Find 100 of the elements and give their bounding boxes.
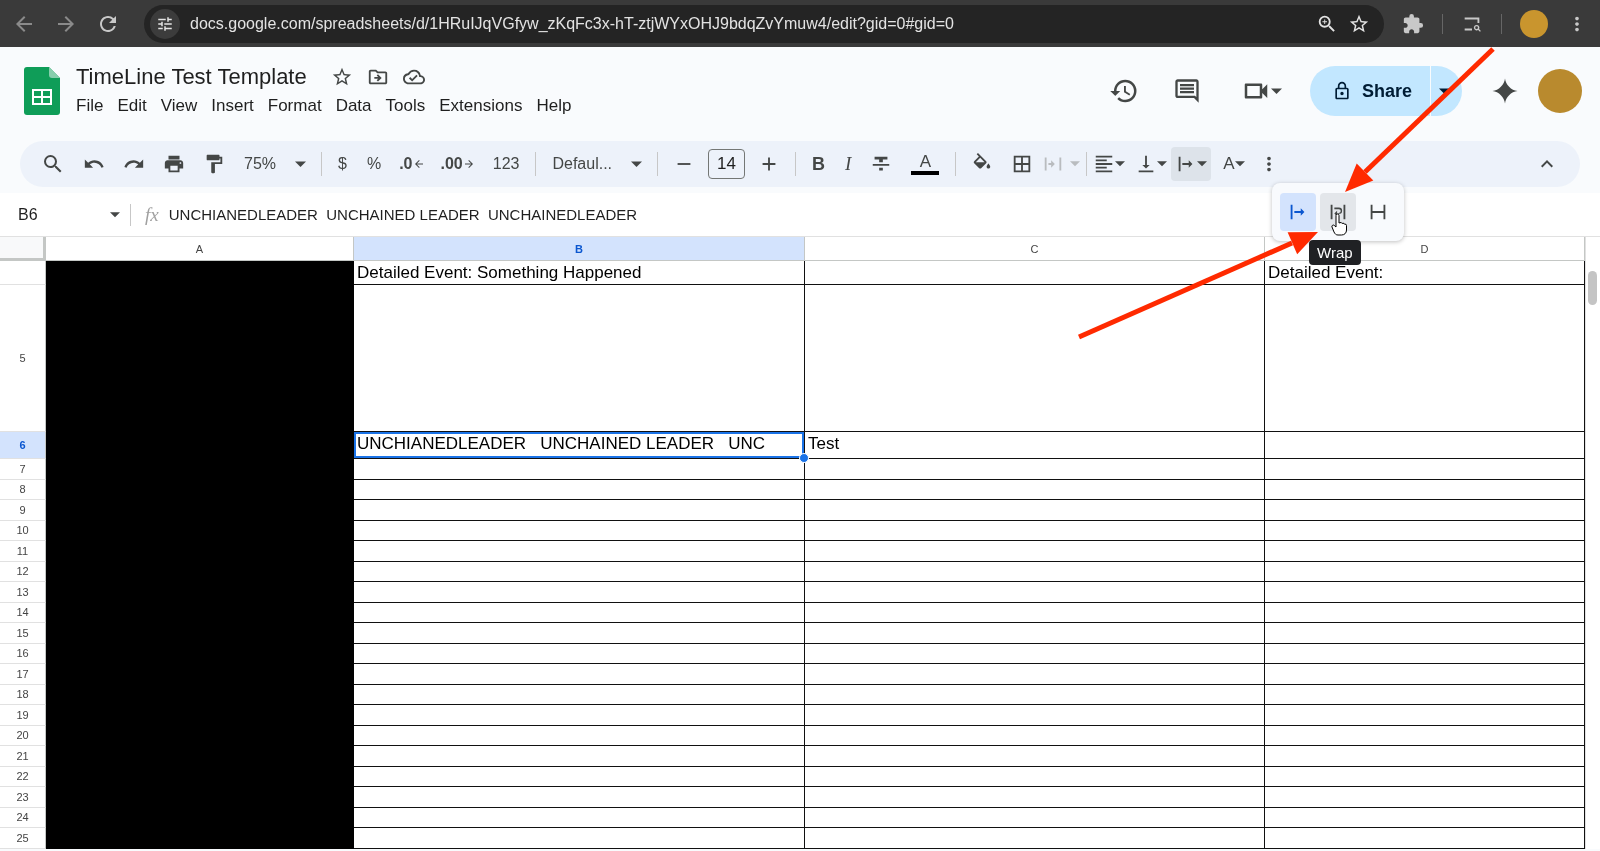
more-formats-button[interactable]: 123	[492, 155, 520, 173]
table-cell[interactable]: Detailed Event: Something Happened	[354, 261, 804, 284]
table-cell[interactable]	[354, 479, 805, 500]
row-header[interactable]: 15	[0, 623, 46, 644]
caret-icon[interactable]	[1270, 87, 1282, 95]
document-title[interactable]: TimeLine Test Template	[76, 64, 307, 90]
increase-decimals-button[interactable]: .00	[440, 155, 475, 173]
fill-handle[interactable]	[799, 453, 809, 463]
menu-item[interactable]: Data	[328, 94, 379, 118]
font-size-field[interactable]: 14	[708, 149, 745, 179]
row-header[interactable]: 8	[0, 479, 46, 500]
table-cell[interactable]	[1265, 664, 1585, 685]
table-cell[interactable]	[1265, 766, 1585, 787]
table-cell[interactable]	[805, 705, 1265, 726]
table-cell[interactable]	[354, 582, 805, 603]
menu-item[interactable]: Insert	[204, 94, 261, 118]
table-cell[interactable]	[1265, 520, 1585, 541]
table-cell[interactable]	[354, 500, 805, 521]
table-cell[interactable]	[805, 684, 1265, 705]
table-cell[interactable]	[1265, 623, 1585, 644]
table-cell[interactable]	[805, 664, 1265, 685]
table-cell[interactable]: UNCHIANEDLEADER UNCHAINED LEADER UNC	[354, 432, 804, 458]
table-cell[interactable]: Test	[805, 432, 1264, 458]
zoom-select[interactable]: 75%	[244, 155, 277, 173]
row-header[interactable]: 10	[0, 520, 46, 541]
column-header[interactable]: B	[354, 237, 805, 261]
table-cell[interactable]	[1265, 285, 1585, 432]
table-cell[interactable]	[805, 602, 1265, 623]
table-cell[interactable]	[805, 766, 1265, 787]
column-header[interactable]: A	[46, 237, 354, 261]
row-header[interactable]: 17	[0, 664, 46, 685]
extensions-icon[interactable]	[1402, 12, 1424, 35]
menu-item[interactable]: Tools	[378, 94, 433, 118]
currency-format-button[interactable]: $	[338, 155, 347, 173]
table-cell[interactable]	[805, 828, 1265, 849]
table-cell[interactable]	[354, 643, 805, 664]
caret-icon[interactable]	[631, 160, 643, 168]
table-cell[interactable]	[805, 623, 1265, 644]
table-cell[interactable]	[1265, 807, 1585, 828]
font-select[interactable]: Defaul...	[552, 155, 613, 173]
table-cell[interactable]	[1265, 725, 1585, 746]
table-cell[interactable]	[805, 787, 1265, 808]
row-header[interactable]: 20	[0, 725, 46, 746]
table-cell[interactable]	[805, 479, 1265, 500]
row-header[interactable]: 24	[0, 807, 46, 828]
table-cell[interactable]	[805, 561, 1265, 582]
table-cell[interactable]	[1265, 479, 1585, 500]
table-cell[interactable]	[354, 623, 805, 644]
table-cell[interactable]	[805, 807, 1265, 828]
sheets-logo-icon[interactable]	[24, 67, 60, 115]
table-cell[interactable]	[354, 664, 805, 685]
table-cell[interactable]	[354, 787, 805, 808]
table-cell[interactable]	[354, 828, 805, 849]
table-cell[interactable]	[805, 541, 1265, 562]
comment-icon[interactable]	[1172, 77, 1201, 105]
menu-item[interactable]: View	[153, 94, 205, 118]
row-header[interactable]: 18	[0, 684, 46, 705]
table-cell[interactable]	[805, 500, 1265, 521]
table-cell[interactable]	[1265, 561, 1585, 582]
bold-button[interactable]: B	[812, 153, 825, 175]
table-cell[interactable]	[354, 520, 805, 541]
address-bar[interactable]: docs.google.com/spreadsheets/d/1HRuIJqVGfyw_zKqFc3x-hT-ztjWYxOHJ9bdqZvYmuw4/edit?gid=0#gid=0	[144, 4, 1384, 43]
caret-icon[interactable]	[110, 211, 120, 218]
table-cell[interactable]	[354, 746, 805, 767]
name-box[interactable]: B6	[18, 205, 110, 224]
table-cell[interactable]	[1265, 541, 1585, 562]
row-header[interactable]: 7	[0, 459, 46, 480]
scrollbar-track[interactable]	[1585, 237, 1600, 849]
scrollbar-thumb[interactable]	[1588, 271, 1597, 305]
row-header[interactable]: 23	[0, 787, 46, 808]
menu-item[interactable]: Extensions	[432, 94, 530, 118]
row-header[interactable]: 13	[0, 582, 46, 603]
row-header[interactable]: 9	[0, 500, 46, 521]
table-cell[interactable]	[1265, 828, 1585, 849]
table-cell[interactable]	[354, 561, 805, 582]
caret-icon[interactable]	[1439, 87, 1450, 95]
column-header[interactable]: C	[805, 237, 1265, 261]
text-wrapping-button[interactable]	[1171, 147, 1212, 181]
row-header[interactable]: 14	[0, 602, 46, 623]
table-cell[interactable]	[354, 705, 805, 726]
row-header[interactable]: 19	[0, 705, 46, 726]
table-cell[interactable]	[1265, 787, 1585, 808]
menu-item[interactable]: File	[69, 94, 111, 118]
table-cell[interactable]	[1265, 500, 1585, 521]
italic-button[interactable]: I	[845, 153, 852, 175]
table-cell[interactable]	[354, 807, 805, 828]
row-header[interactable]: 22	[0, 766, 46, 787]
table-cell[interactable]	[805, 520, 1265, 541]
row-header[interactable]: 12	[0, 561, 46, 582]
avatar[interactable]	[1520, 9, 1548, 38]
menu-item[interactable]: Help	[529, 94, 579, 118]
menu-item[interactable]: Edit	[110, 94, 154, 118]
overflow-option-button[interactable]	[1280, 193, 1316, 231]
row-header[interactable]: 25	[0, 828, 46, 849]
table-cell[interactable]	[1265, 602, 1585, 623]
table-cell[interactable]	[1265, 459, 1585, 480]
row-header[interactable]: 11	[0, 541, 46, 562]
tune-icon[interactable]	[156, 14, 174, 33]
row-header[interactable]: 16	[0, 643, 46, 664]
menu-item[interactable]: Format	[260, 94, 329, 118]
